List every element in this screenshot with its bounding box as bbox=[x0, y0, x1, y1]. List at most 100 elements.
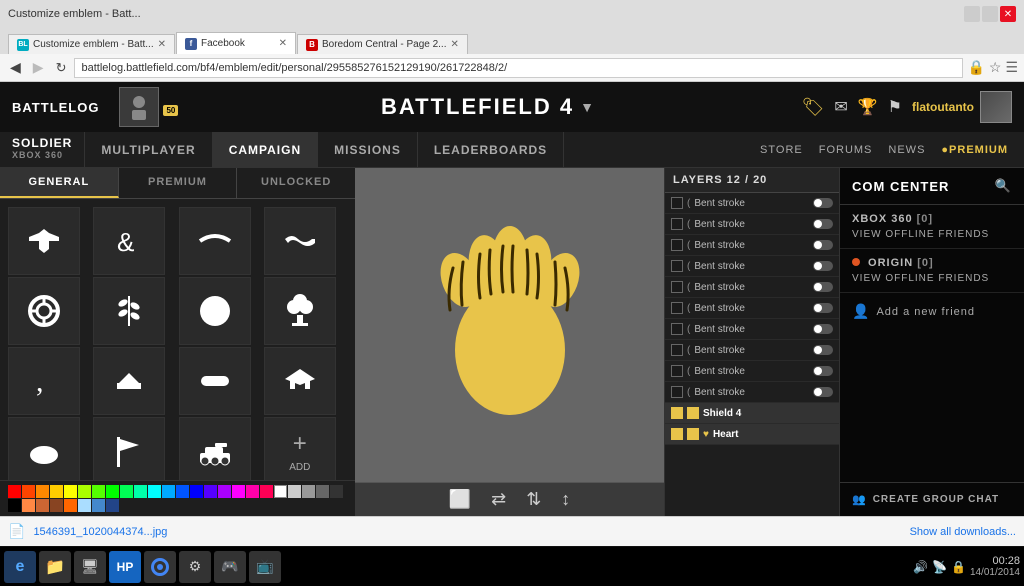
layer-12[interactable]: ♥ Heart bbox=[665, 424, 839, 445]
trophy-icon[interactable]: 🏆 bbox=[858, 97, 878, 117]
layer-10[interactable]: ( Bent stroke bbox=[665, 382, 839, 403]
color-red-orange[interactable] bbox=[22, 485, 35, 498]
layer-12-checkbox[interactable] bbox=[671, 428, 683, 440]
color-cyan[interactable] bbox=[148, 485, 161, 498]
emblem-canvas[interactable] bbox=[355, 168, 664, 482]
shape-eagle[interactable] bbox=[264, 347, 336, 415]
layer-6-checkbox[interactable] bbox=[671, 302, 683, 314]
color-green[interactable] bbox=[106, 485, 119, 498]
shape-circle[interactable] bbox=[179, 277, 251, 345]
shape-lifering[interactable] bbox=[8, 277, 80, 345]
layer-10-toggle[interactable] bbox=[813, 387, 833, 397]
color-white[interactable] bbox=[274, 485, 287, 498]
layer-4-checkbox[interactable] bbox=[671, 260, 683, 272]
layer-2[interactable]: ( Bent stroke bbox=[665, 214, 839, 235]
layer-5-toggle[interactable] bbox=[813, 282, 833, 292]
taskbar-app5-icon[interactable]: 🎮 bbox=[214, 551, 246, 583]
nav-soldier[interactable]: SOLDIER XBOX 360 bbox=[0, 132, 85, 167]
flip-horizontal-tool[interactable]: ⇄ bbox=[491, 489, 506, 510]
color-violet[interactable] bbox=[218, 485, 231, 498]
layer-11[interactable]: Shield 4 bbox=[665, 403, 839, 424]
color-steel-blue[interactable] bbox=[92, 499, 105, 512]
layer-3-checkbox[interactable] bbox=[671, 239, 683, 251]
color-dark-gray[interactable] bbox=[316, 485, 329, 498]
star-icon[interactable]: ☆ bbox=[989, 59, 1002, 76]
shape-club[interactable] bbox=[264, 277, 336, 345]
add-shape-button[interactable]: + ADD bbox=[264, 417, 336, 480]
color-blue[interactable] bbox=[176, 485, 189, 498]
shape-tank[interactable] bbox=[179, 417, 251, 480]
show-downloads[interactable]: Show all downloads... bbox=[910, 526, 1016, 538]
layer-8-checkbox[interactable] bbox=[671, 344, 683, 356]
layer-4[interactable]: ( Bent stroke bbox=[665, 256, 839, 277]
color-peach[interactable] bbox=[22, 499, 35, 512]
shape-boat[interactable] bbox=[93, 347, 165, 415]
color-lime[interactable] bbox=[92, 485, 105, 498]
layer-8-toggle[interactable] bbox=[813, 345, 833, 355]
layer-9-checkbox[interactable] bbox=[671, 365, 683, 377]
layer-1-checkbox[interactable] bbox=[671, 197, 683, 209]
taskbar-app2-icon[interactable]: 🖥 bbox=[74, 551, 106, 583]
color-sky[interactable] bbox=[162, 485, 175, 498]
color-dark-blue[interactable] bbox=[190, 485, 203, 498]
taskbar-ie-icon[interactable]: e bbox=[4, 551, 36, 583]
layer-10-checkbox[interactable] bbox=[671, 386, 683, 398]
color-red[interactable] bbox=[8, 485, 21, 498]
color-orange[interactable] bbox=[36, 485, 49, 498]
tab-facebook-close[interactable]: ✕ bbox=[279, 38, 287, 49]
layer-1[interactable]: ( Bent stroke bbox=[665, 193, 839, 214]
shape-oval[interactable] bbox=[8, 417, 80, 480]
color-light-blue[interactable] bbox=[78, 499, 91, 512]
tab-battlelog-close[interactable]: ✕ bbox=[158, 39, 166, 50]
color-yellow-green[interactable] bbox=[78, 485, 91, 498]
layer-5-checkbox[interactable] bbox=[671, 281, 683, 293]
layer-3-toggle[interactable] bbox=[813, 240, 833, 250]
layer-7-toggle[interactable] bbox=[813, 324, 833, 334]
nav-premium[interactable]: ●PREMIUM bbox=[941, 144, 1008, 156]
color-yellow[interactable] bbox=[64, 485, 77, 498]
frame-tool[interactable]: ⬜ bbox=[449, 489, 471, 510]
color-navy[interactable] bbox=[106, 499, 119, 512]
origin-view-offline[interactable]: VIEW OFFLINE FRIENDS bbox=[852, 273, 1012, 284]
create-group-button[interactable]: 👥 CREATE GROUP CHAT bbox=[840, 482, 1024, 516]
layer-9-toggle[interactable] bbox=[813, 366, 833, 376]
layer-11-checkbox[interactable] bbox=[671, 407, 683, 419]
layer-7-checkbox[interactable] bbox=[671, 323, 683, 335]
notification-icon[interactable]: ✉ bbox=[834, 97, 847, 117]
layer-7[interactable]: ( Bent stroke bbox=[665, 319, 839, 340]
tab-unlocked[interactable]: UNLOCKED bbox=[237, 168, 355, 198]
forward-button[interactable]: ▶ bbox=[29, 57, 48, 78]
flip-vertical-tool[interactable]: ⇅ bbox=[526, 489, 541, 510]
close-button[interactable]: ✕ bbox=[1000, 6, 1016, 22]
taskbar-folder-icon[interactable]: 📁 bbox=[39, 551, 71, 583]
nav-forums[interactable]: FORUMS bbox=[819, 144, 873, 156]
color-light-gray[interactable] bbox=[288, 485, 301, 498]
tab-boredom-close[interactable]: ✕ bbox=[451, 39, 459, 50]
add-friend-button[interactable]: 👤 Add a new friend bbox=[840, 293, 1024, 330]
maximize-button[interactable]: □ bbox=[982, 6, 998, 22]
shape-wheat[interactable] bbox=[93, 277, 165, 345]
color-magenta[interactable] bbox=[232, 485, 245, 498]
layer-4-toggle[interactable] bbox=[813, 261, 833, 271]
tab-battlelog[interactable]: BL Customize emblem - Batt... ✕ bbox=[8, 34, 175, 54]
color-orange2[interactable] bbox=[64, 499, 77, 512]
layer-6[interactable]: ( Bent stroke bbox=[665, 298, 839, 319]
back-button[interactable]: ◀ bbox=[6, 57, 25, 78]
settings-icon[interactable]: ☰ bbox=[1005, 59, 1018, 76]
color-brown[interactable] bbox=[36, 499, 49, 512]
refresh-button[interactable]: ↻ bbox=[52, 58, 71, 78]
layer-2-checkbox[interactable] bbox=[671, 218, 683, 230]
shape-flag[interactable] bbox=[93, 417, 165, 480]
address-input[interactable] bbox=[74, 58, 963, 78]
nav-campaign[interactable]: CAMPAIGN bbox=[213, 132, 318, 167]
color-gray[interactable] bbox=[302, 485, 315, 498]
shape-wave[interactable] bbox=[264, 207, 336, 275]
layer-3[interactable]: ( Bent stroke bbox=[665, 235, 839, 256]
taskbar-app4-icon[interactable]: ⚙ bbox=[179, 551, 211, 583]
shape-pill[interactable] bbox=[179, 347, 251, 415]
shape-swoosh[interactable] bbox=[179, 207, 251, 275]
rotate-tool[interactable]: ↕ bbox=[561, 489, 570, 510]
color-spring[interactable] bbox=[134, 485, 147, 498]
nav-news[interactable]: NEWS bbox=[888, 144, 925, 156]
tab-facebook[interactable]: f Facebook ✕ bbox=[176, 32, 296, 54]
